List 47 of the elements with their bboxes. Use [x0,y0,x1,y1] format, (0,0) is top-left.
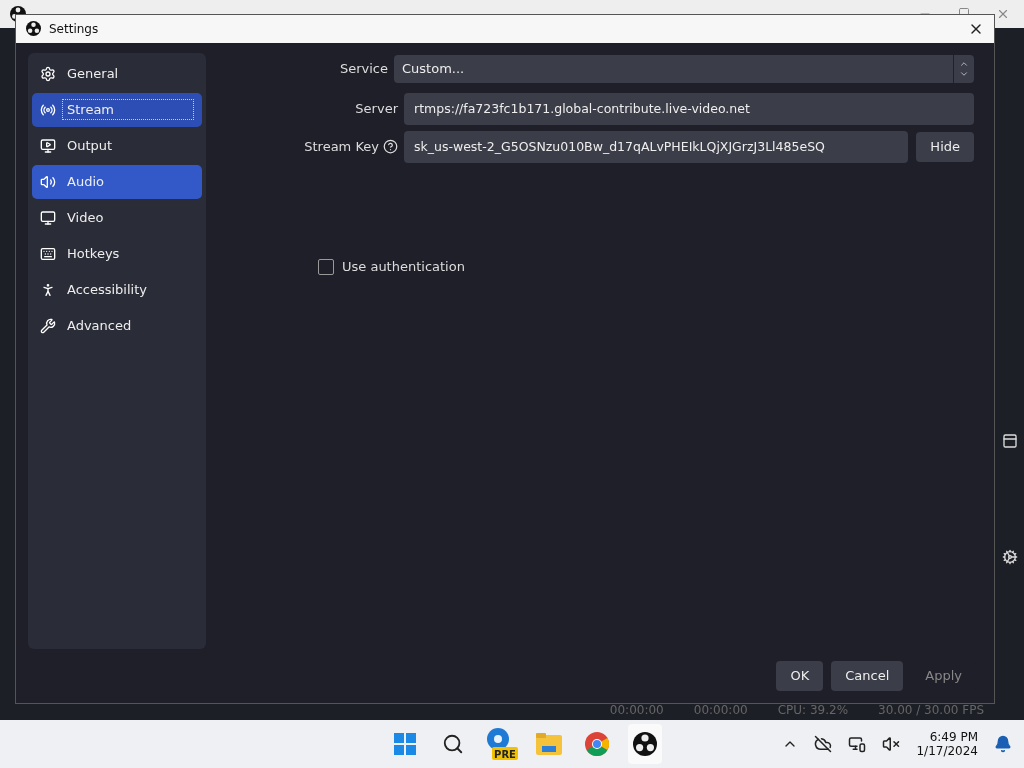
search-icon [442,733,464,755]
sidebar-item[interactable]: Audio [32,164,202,199]
obs-logo-icon [26,21,41,37]
screen-camera-icon [40,137,56,154]
status-text: 30.00 / 30.00 FPS [878,704,984,716]
cloud-off-icon[interactable] [814,735,833,753]
obs-icon [633,732,657,756]
monitor-icon [40,209,56,226]
sidebar-item[interactable]: Video [32,200,202,235]
status-text: 00:00:00 [693,704,748,716]
sidebar-item[interactable]: Accessibility [32,272,202,307]
mute-icon[interactable] [882,735,901,753]
checkbox-label: Use authentication [342,259,465,275]
field-label: Server [355,101,398,117]
sidebar-item[interactable]: Stream [32,92,202,127]
window-icon[interactable] [1002,433,1018,449]
sidebar-item[interactable]: Output [32,128,202,163]
status-text: CPU: 39.2% [777,704,849,716]
stream-key-field[interactable]: sk_us-west-2_G5OSNzu010Bw_d17qALvPHEIkLQjXJGrzJ3Ll485eSQ [404,130,909,163]
field-label: Stream Key [304,139,379,155]
help-icon[interactable] [383,139,398,155]
sidebar-item[interactable]: Hotkeys [32,236,202,271]
keyboard-icon [40,245,56,262]
network-icon[interactable] [848,735,867,753]
server-field[interactable]: rtmps://fa723fc1b171.global-contribute.live-video.net [404,92,974,125]
gear-icon [40,65,56,82]
settings-icon[interactable] [1002,549,1018,565]
bell-icon[interactable] [994,735,1012,753]
field-label: Service [339,61,388,77]
hide-button[interactable]: Hide [916,131,974,162]
sidebar-item[interactable]: Advanced [32,308,202,343]
dialog-title: Settings [49,21,99,36]
sidebar-item[interactable]: General [32,56,202,91]
obs-button[interactable] [628,724,662,764]
dialog-button[interactable]: Cancel [831,660,904,691]
status-text: 00:00:00 [609,704,664,716]
checkbox[interactable] [318,258,334,275]
close-icon[interactable] [996,7,1010,21]
service-dropdown[interactable]: Custom... [394,54,974,83]
person-icon [40,281,56,298]
windows-logo-icon [394,733,416,755]
folder-icon [536,733,562,755]
dialog-button[interactable]: OK [776,660,824,691]
tools-icon [40,317,56,334]
speaker-icon [40,173,56,190]
clock[interactable]: 6:49 PM 1/17/2024 [916,730,978,758]
chrome-icon [585,732,609,756]
